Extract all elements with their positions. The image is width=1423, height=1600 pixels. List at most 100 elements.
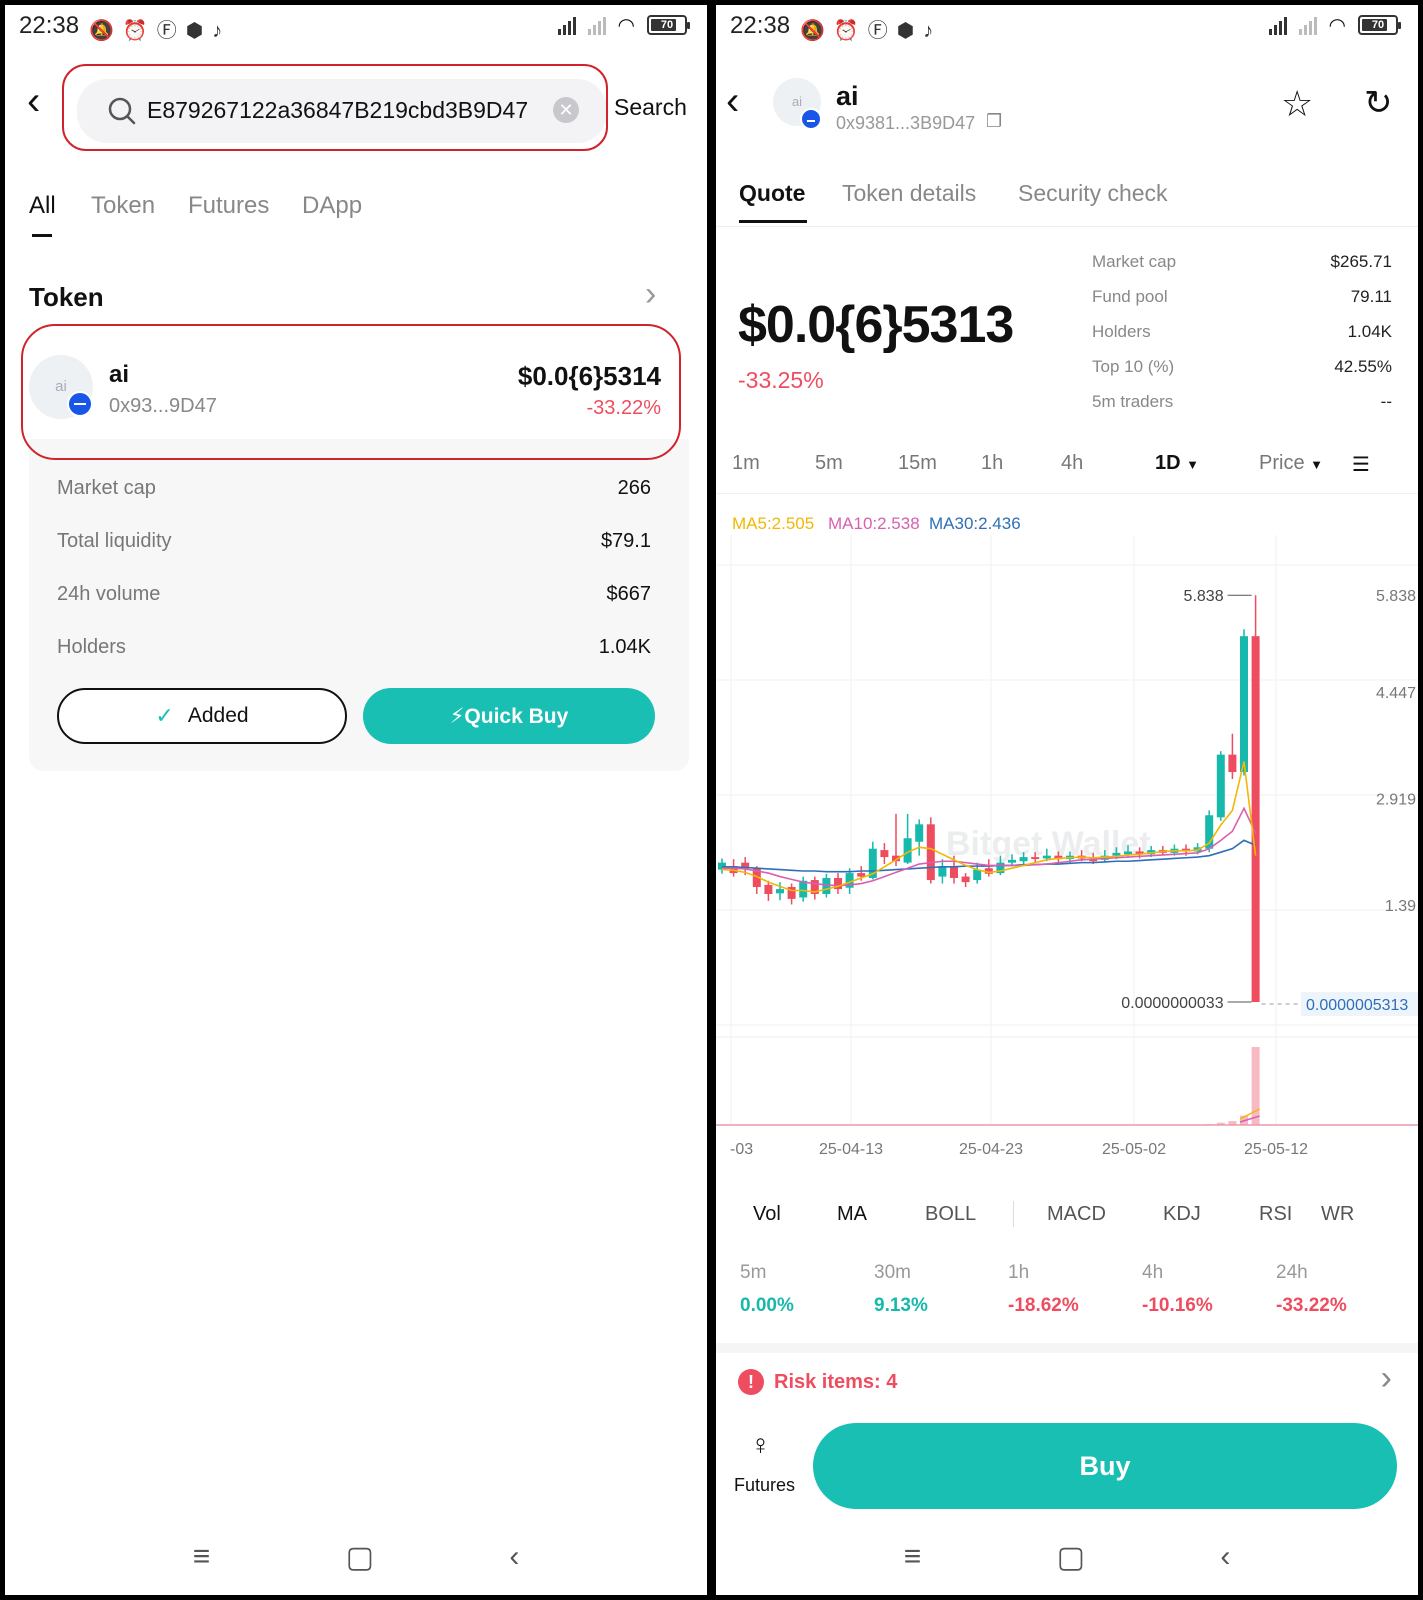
indicator-macd[interactable]: MACD [1047,1203,1106,1226]
change-value-4h: -10.16% [1142,1295,1213,1316]
stat-total-liquidity: Total liquidity $79.1 [57,530,651,552]
risk-items-row[interactable]: ! Risk items: 4 › [716,1355,1418,1411]
copy-icon[interactable]: ❐ [986,111,1002,132]
chevron-right-icon[interactable]: › [645,275,656,314]
change-value-24h: -33.22% [1276,1295,1347,1316]
notification-icons: 🔕⏰Ⓕ⬢♪ [800,20,943,42]
tab-indicator [32,234,52,237]
wifi-icon: ◠ [617,14,635,37]
change-label-4h: 4h [1142,1262,1164,1283]
search-input[interactable]: E879267122a36847B219cbd3B9D47 [147,97,528,124]
candle [1042,855,1051,859]
signal-icon [557,15,576,35]
stat-fund-pool: Fund pool 79.11 [1092,287,1392,306]
indicator-ma[interactable]: MA [837,1203,867,1226]
change-label-30m: 30m [874,1262,911,1283]
tab-futures[interactable]: Futures [188,192,269,220]
stat-holders: Holders 1.04K [1092,322,1392,341]
indicator-rsi[interactable]: RSI [1259,1203,1292,1226]
y-tick-label: 1.39 [1385,898,1416,915]
divider [1013,1201,1014,1227]
right-screen: 22:38 🔕⏰Ⓕ⬢♪ ◠ 70 ‹ ai ai 0x9381...3B9D47… [716,5,1418,1595]
timeframe-15m[interactable]: 15m [898,452,937,475]
candlestick-chart[interactable]: Bitget Wallet 5.8384.4472.9191.395.8380.… [716,535,1418,1180]
chart-mode-dropdown[interactable]: Price ▼ [1259,452,1323,475]
caret-down-icon: ▼ [1186,457,1200,472]
share-icon[interactable]: ↻ [1364,83,1393,123]
nav-back-icon[interactable]: ‹ [509,1540,519,1574]
low-label: 0.0000000033 [1121,995,1223,1012]
token-address: 0x93...9D47 [109,395,217,417]
candle [764,884,773,894]
candle [915,824,924,842]
signal-area: ◠ 70 [1268,14,1401,37]
stat-market-cap: Market cap $265.71 [1092,252,1392,271]
last-price-label: 0.0000005313 [1306,997,1408,1014]
stat-holders: Holders 1.04K [57,636,651,658]
back-icon[interactable]: ‹ [726,79,739,124]
buy-button[interactable]: Buy [813,1423,1397,1509]
tab-security-check[interactable]: Security check [1018,180,1168,207]
timeframe-4h[interactable]: 4h [1061,452,1083,475]
timeframe-1h[interactable]: 1h [981,452,1003,475]
divider [716,226,1418,227]
candle [926,824,935,881]
indicator-wr[interactable]: WR [1321,1203,1354,1226]
candle [880,850,889,858]
chart-settings-icon[interactable]: ☰ [1352,452,1370,477]
timeframe-5m[interactable]: 5m [815,452,843,475]
system-nav-bar: ≡ ▢ ‹ [716,1519,1418,1595]
candle [1031,857,1040,860]
section-title: Token [29,282,104,312]
timeframe-1m[interactable]: 1m [732,452,760,475]
token-row[interactable]: ai ai 0x93...9D47 $0.0{6}5314 -33.22% [29,331,689,439]
tab-token[interactable]: Token [91,192,155,220]
stat-5m-traders: 5m traders -- [1092,392,1392,411]
home-icon[interactable]: ▢ [346,1540,374,1575]
ma30-legend: MA30:2.436 [929,514,1021,533]
indicator-kdj[interactable]: KDJ [1163,1203,1201,1226]
menu-icon[interactable]: ≡ [904,1540,922,1574]
x-tick-label: 25-04-23 [959,1141,1023,1158]
home-icon[interactable]: ▢ [1057,1540,1085,1575]
timeframe-1d[interactable]: 1D ▼ [1155,452,1199,475]
indicator-vol[interactable]: Vol [753,1203,781,1226]
tab-quote[interactable]: Quote [739,180,805,207]
x-tick-label: 25-05-02 [1102,1141,1166,1158]
notification-icons: 🔕⏰Ⓕ⬢♪ [89,20,232,42]
signal-2-icon [587,15,606,35]
chain-icon [800,108,822,130]
tab-token-details[interactable]: Token details [842,180,976,207]
star-icon[interactable]: ☆ [1281,83,1313,125]
candle [950,866,958,878]
candle [1216,754,1225,818]
back-icon[interactable]: ‹ [27,79,40,124]
candle [1251,636,1260,1002]
search-bar[interactable]: E879267122a36847B219cbd3B9D47 ✕ [77,79,607,143]
futures-button[interactable]: ♀ Futures [732,1429,802,1509]
status-bar: 22:38 🔕⏰Ⓕ⬢♪ ◠ 70 [5,5,707,49]
token-price: $0.0{6}5314 [517,361,661,391]
left-screen: 22:38 🔕⏰Ⓕ⬢♪ ◠ 70 ‹ E879267122a36847B219c… [5,5,707,1595]
tab-all[interactable]: All [29,192,56,220]
change-label-5m: 5m [740,1262,767,1283]
added-button[interactable]: ✓ Added [57,688,347,744]
tab-dapp[interactable]: DApp [302,192,362,220]
divider [716,493,1418,494]
risk-items-label: Risk items: 4 [774,1371,898,1393]
futures-icon: ♀ [750,1429,771,1460]
price-change: -33.25% [738,367,824,393]
token-address: 0x9381...3B9D47 [836,113,976,133]
change-value-5m: 0.00% [740,1295,794,1316]
menu-icon[interactable]: ≡ [193,1540,211,1574]
high-label: 5.838 [1184,588,1224,605]
chevron-right-icon: › [1380,1359,1392,1397]
search-button[interactable]: Search [614,94,687,121]
current-price: $0.0{6}5313 [738,296,1014,354]
candle [1008,859,1016,863]
quick-buy-button[interactable]: ⚡Quick Buy [363,688,655,744]
nav-back-icon[interactable]: ‹ [1220,1540,1230,1574]
battery-icon: 70 [1358,15,1401,35]
indicator-boll[interactable]: BOLL [925,1203,976,1226]
clear-icon[interactable]: ✕ [553,97,579,123]
